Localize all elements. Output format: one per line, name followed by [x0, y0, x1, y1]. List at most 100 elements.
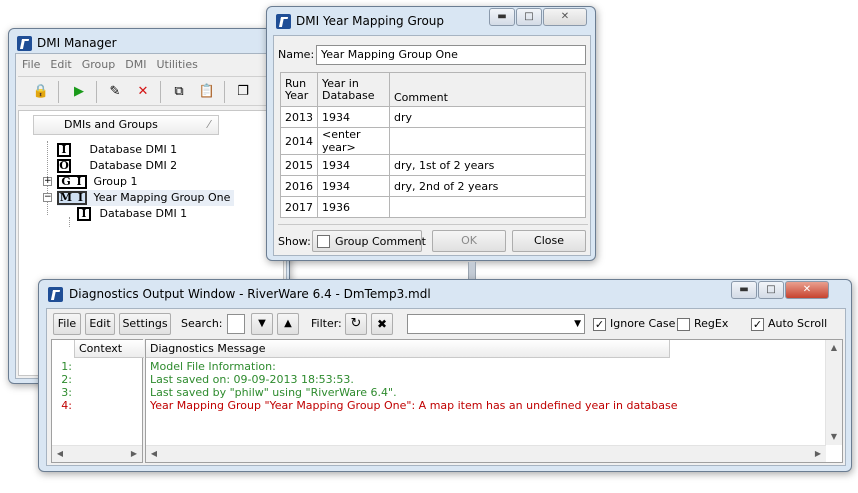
- message-header[interactable]: Diagnostics Message: [146, 340, 670, 358]
- table-row: 2013 1934 dry: [280, 106, 586, 128]
- db-year-cell[interactable]: 1934: [317, 175, 390, 197]
- tree-item[interactable]: O Database DMI 2: [57, 158, 177, 174]
- table-row: 2016 1934 dry, 2nd of 2 years: [280, 175, 586, 197]
- tree-item[interactable]: I Database DMI 1: [57, 142, 177, 158]
- riverware-icon: [48, 287, 63, 302]
- message-vscrollbar[interactable]: ▲ ▼: [825, 340, 842, 445]
- group-comment-toggle[interactable]: Group Comment: [312, 230, 426, 252]
- ignore-case-label: Ignore Case: [610, 317, 676, 330]
- close-button[interactable]: ✕: [785, 281, 829, 299]
- search-down-button[interactable]: ▼: [251, 313, 273, 335]
- dialog-divider: [278, 224, 588, 225]
- duplicate-icon[interactable]: ❐: [232, 81, 254, 103]
- run-year-cell[interactable]: 2014: [280, 127, 318, 155]
- filter-select[interactable]: ▼: [407, 314, 585, 334]
- minimize-button[interactable]: ▬: [731, 281, 757, 299]
- clear-filter-icon[interactable]: ✖: [371, 313, 393, 335]
- refresh-filter-icon[interactable]: ↻: [345, 313, 367, 335]
- comment-cell[interactable]: [389, 127, 586, 155]
- group-name-input[interactable]: Year Mapping Group One: [316, 45, 586, 65]
- menu-file[interactable]: File: [22, 58, 40, 71]
- tree-header[interactable]: DMIs and Groups ⁄: [33, 115, 219, 135]
- diagnostic-message[interactable]: Year Mapping Group "Year Mapping Group O…: [150, 399, 820, 412]
- scroll-up-icon[interactable]: ▲: [826, 340, 842, 356]
- regex-checkbox[interactable]: [677, 318, 690, 331]
- tree-item-selected[interactable]: M I Year Mapping Group One: [57, 190, 235, 206]
- diagnostic-message[interactable]: Model File Information:: [150, 360, 820, 373]
- year-mapping-table: Run Year Year in Database Comment 2013 193…: [280, 72, 586, 218]
- context-header[interactable]: Context: [74, 340, 144, 358]
- diagnostic-message[interactable]: Last saved on: 09-09-2013 18:53:53.: [150, 373, 820, 386]
- col-run-year[interactable]: Run Year: [280, 72, 318, 107]
- menu-utilities[interactable]: Utilities: [156, 58, 197, 71]
- run-year-cell[interactable]: 2016: [280, 175, 318, 197]
- col-comment[interactable]: Comment: [389, 72, 586, 107]
- close-button[interactable]: ✕: [543, 8, 587, 26]
- context-header-label: Context: [79, 342, 123, 355]
- diagnostic-message[interactable]: Last saved by "philw" using "RiverWare 6…: [150, 386, 820, 399]
- delete-icon[interactable]: ✕: [132, 81, 154, 103]
- copy-icon[interactable]: ⧉: [168, 81, 190, 103]
- year-mapping-titlebar[interactable]: DMI Year Mapping Group ▬ □ ✕: [267, 7, 595, 33]
- search-up-button[interactable]: ▲: [277, 313, 299, 335]
- menu-dmi[interactable]: DMI: [125, 58, 146, 71]
- edit-icon[interactable]: ✎: [104, 81, 126, 103]
- menu-edit[interactable]: Edit: [50, 58, 71, 71]
- scroll-left-icon[interactable]: ◀: [52, 446, 68, 462]
- line-number: 4:: [61, 399, 72, 412]
- tree-header-label: DMIs and Groups: [64, 118, 158, 131]
- dmi-manager-titlebar[interactable]: DMI Manager: [9, 29, 289, 55]
- dmi-badge: I: [57, 143, 71, 157]
- db-year-cell[interactable]: <enter year>: [317, 127, 390, 155]
- table-row: 2017 1936: [280, 196, 586, 218]
- riverware-icon: [17, 36, 32, 51]
- col-year-in-database[interactable]: Year in Database: [317, 72, 390, 107]
- comment-cell[interactable]: dry, 1st of 2 years: [389, 154, 586, 176]
- ok-button[interactable]: OK: [432, 230, 506, 252]
- year-mapping-title: DMI Year Mapping Group: [296, 14, 445, 28]
- run-year-cell[interactable]: 2013: [280, 106, 318, 128]
- auto-scroll-checkbox[interactable]: ✓: [751, 318, 764, 331]
- search-input[interactable]: [227, 314, 245, 334]
- dmi-badge: I: [77, 207, 91, 221]
- comment-cell[interactable]: dry, 2nd of 2 years: [389, 175, 586, 197]
- message-hscrollbar[interactable]: ◀ ▶: [146, 445, 826, 462]
- db-year-cell[interactable]: 1936: [317, 196, 390, 218]
- window-connector: [468, 262, 476, 280]
- lock-icon[interactable]: 🔒: [30, 81, 52, 103]
- run-year-cell[interactable]: 2015: [280, 154, 318, 176]
- paste-icon[interactable]: 📋: [196, 81, 218, 103]
- group-comment-checkbox[interactable]: [317, 235, 330, 248]
- menu-group[interactable]: Group: [82, 58, 116, 71]
- name-label: Name:: [278, 48, 315, 61]
- comment-cell[interactable]: [389, 196, 586, 218]
- file-menu-button[interactable]: File: [53, 313, 81, 335]
- ignore-case-checkbox[interactable]: ✓: [593, 318, 606, 331]
- mapping-badge: M I: [57, 191, 87, 205]
- auto-scroll-label: Auto Scroll: [768, 317, 828, 330]
- db-year-cell[interactable]: 1934: [317, 154, 390, 176]
- minimize-button[interactable]: ▬: [489, 8, 515, 26]
- edit-menu-button[interactable]: Edit: [85, 313, 115, 335]
- scroll-left-icon[interactable]: ◀: [146, 446, 162, 462]
- db-year-cell[interactable]: 1934: [317, 106, 390, 128]
- scroll-down-icon[interactable]: ▼: [826, 429, 842, 445]
- maximize-button[interactable]: □: [758, 281, 784, 299]
- group-badge: G I: [57, 175, 87, 189]
- settings-button[interactable]: Settings: [119, 313, 171, 335]
- scroll-right-icon[interactable]: ▶: [126, 446, 142, 462]
- run-year-cell[interactable]: 2017: [280, 196, 318, 218]
- maximize-button[interactable]: □: [516, 8, 542, 26]
- tree-item[interactable]: I Database DMI 1: [77, 206, 187, 222]
- context-hscrollbar[interactable]: ◀ ▶: [52, 445, 142, 462]
- expand-icon[interactable]: +: [43, 177, 52, 186]
- dmi-toolbar: 🔒 ▶ ✎ ✕ ⧉ 📋 ❐: [18, 76, 284, 106]
- tree-item[interactable]: G I Group 1: [57, 174, 137, 190]
- diagnostics-title: Diagnostics Output Window - RiverWare 6.…: [69, 287, 431, 301]
- diagnostics-titlebar[interactable]: Diagnostics Output Window - RiverWare 6.…: [39, 280, 851, 306]
- close-dialog-button[interactable]: Close: [512, 230, 586, 252]
- collapse-icon[interactable]: −: [43, 193, 52, 202]
- comment-cell[interactable]: dry: [389, 106, 586, 128]
- run-icon[interactable]: ▶: [68, 81, 90, 103]
- scroll-right-icon[interactable]: ▶: [810, 446, 826, 462]
